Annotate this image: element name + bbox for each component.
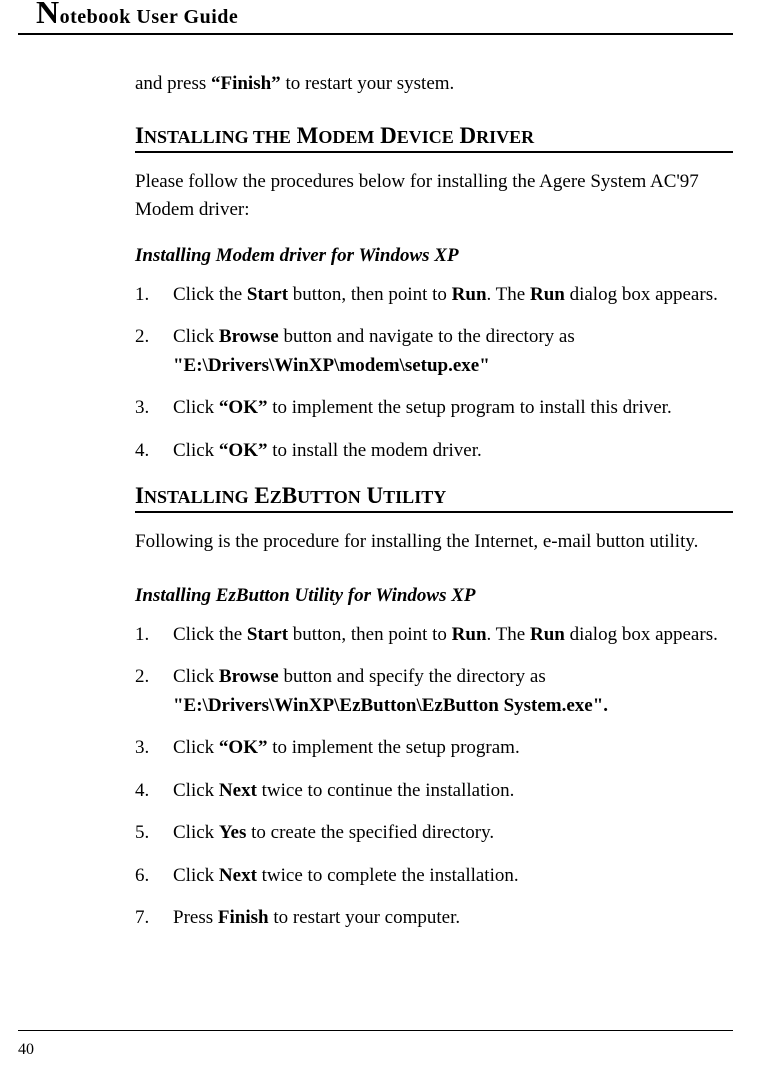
step-number: 1. xyxy=(135,281,173,310)
step-text: button and navigate to the directory as xyxy=(279,326,575,347)
section2-subheading: Installing EzButton Utility for Windows … xyxy=(135,585,733,607)
step-text: dialog box appears. xyxy=(565,624,718,645)
step-text: Click the xyxy=(173,284,247,305)
section2-steps: 1.Click the Start button, then point to … xyxy=(135,621,733,933)
step-text: . The xyxy=(487,624,530,645)
step-text: to install the modem driver. xyxy=(267,440,481,461)
header-title: Notebook User Guide xyxy=(36,0,733,29)
step-text: button, then point to xyxy=(288,624,452,645)
step-bold-text: "E:\Drivers\WinXP\modem\setup.exe" xyxy=(173,355,490,376)
section2-intro: Following is the procedure for installin… xyxy=(135,528,733,557)
step-number: 6. xyxy=(135,862,173,891)
step-text: Click xyxy=(173,397,219,418)
section1-subheading: Installing Modem driver for Windows XP xyxy=(135,245,733,267)
page-footer: 40 xyxy=(18,1030,733,1059)
step-text: to implement the setup program. xyxy=(267,737,519,758)
step-bold-text: Browse xyxy=(219,326,279,347)
section-heading-ezbutton: INSTALLING EZBUTTON UTILITY xyxy=(135,483,733,513)
step-number: 7. xyxy=(135,904,173,933)
step-number: 4. xyxy=(135,777,173,806)
step-text: twice to continue the installation. xyxy=(257,780,515,801)
section-heading-modem: INSTALLING THE MODEM DEVICE DRIVER xyxy=(135,123,733,153)
heading-text: INSTALLING EZBUTTON UTILITY xyxy=(135,483,446,508)
page-header: Notebook User Guide xyxy=(18,0,733,35)
step-number: 2. xyxy=(135,663,173,692)
step-text: button, then point to xyxy=(288,284,452,305)
step-number: 4. xyxy=(135,437,173,466)
continuation-paragraph: and press “Finish” to restart your syste… xyxy=(135,70,733,99)
list-item: 3.Click “OK” to implement the setup prog… xyxy=(135,734,733,763)
step-bold-text: Next xyxy=(219,780,257,801)
list-item: 2.Click Browse button and specify the di… xyxy=(135,663,733,720)
list-item: 3.Click “OK” to implement the setup prog… xyxy=(135,394,733,423)
step-text: Click xyxy=(173,737,219,758)
page-content: and press “Finish” to restart your syste… xyxy=(0,35,761,933)
step-text: button and specify the directory as xyxy=(279,666,546,687)
list-item: 2.Click Browse button and navigate to th… xyxy=(135,323,733,380)
step-bold-text: Browse xyxy=(219,666,279,687)
step-number: 3. xyxy=(135,394,173,423)
step-bold-text: Start xyxy=(247,284,288,305)
step-bold-text: Finish xyxy=(218,907,269,928)
continuation-bold: “Finish” xyxy=(211,73,281,94)
step-text: Click xyxy=(173,780,219,801)
step-bold-text: Run xyxy=(452,624,487,645)
step-text: . The xyxy=(487,284,530,305)
section1-steps: 1.Click the Start button, then point to … xyxy=(135,281,733,466)
heading-text: INSTALLING THE MODEM DEVICE DRIVER xyxy=(135,123,534,148)
page-number: 40 xyxy=(18,1041,34,1058)
step-bold-text: “OK” xyxy=(219,440,268,461)
list-item: 1.Click the Start button, then point to … xyxy=(135,281,733,310)
section1-intro: Please follow the procedures below for i… xyxy=(135,168,733,225)
step-bold-text: Start xyxy=(247,624,288,645)
step-text: Click xyxy=(173,822,219,843)
step-bold-text: Run xyxy=(452,284,487,305)
step-bold-text: Next xyxy=(219,865,257,886)
step-number: 3. xyxy=(135,734,173,763)
step-bold-text: Run xyxy=(530,624,565,645)
list-item: 4.Click Next twice to continue the insta… xyxy=(135,777,733,806)
step-text: Click the xyxy=(173,624,247,645)
step-bold-text: Run xyxy=(530,284,565,305)
step-bold-text: "E:\Drivers\WinXP\EzButton\EzButton Syst… xyxy=(173,695,608,716)
step-number: 1. xyxy=(135,621,173,650)
step-text: Click xyxy=(173,666,219,687)
step-text: to create the specified directory. xyxy=(246,822,494,843)
step-text: Click xyxy=(173,865,219,886)
step-bold-text: “OK” xyxy=(219,397,268,418)
step-number: 2. xyxy=(135,323,173,352)
step-text: Click xyxy=(173,326,219,347)
list-item: 7.Press Finish to restart your computer. xyxy=(135,904,733,933)
step-text: to implement the setup program to instal… xyxy=(267,397,671,418)
list-item: 6.Click Next twice to complete the insta… xyxy=(135,862,733,891)
continuation-pre: and press xyxy=(135,73,211,94)
continuation-post: to restart your system. xyxy=(281,73,455,94)
list-item: 4.Click “OK” to install the modem driver… xyxy=(135,437,733,466)
header-title-rest: otebook User Guide xyxy=(60,6,239,28)
step-text: twice to complete the installation. xyxy=(257,865,519,886)
step-bold-text: “OK” xyxy=(219,737,268,758)
step-bold-text: Yes xyxy=(219,822,246,843)
list-item: 1.Click the Start button, then point to … xyxy=(135,621,733,650)
step-text: Click xyxy=(173,440,219,461)
step-text: to restart your computer. xyxy=(269,907,461,928)
step-text: dialog box appears. xyxy=(565,284,718,305)
step-text: Press xyxy=(173,907,218,928)
step-number: 5. xyxy=(135,819,173,848)
header-dropcap: N xyxy=(36,0,60,30)
list-item: 5.Click Yes to create the specified dire… xyxy=(135,819,733,848)
